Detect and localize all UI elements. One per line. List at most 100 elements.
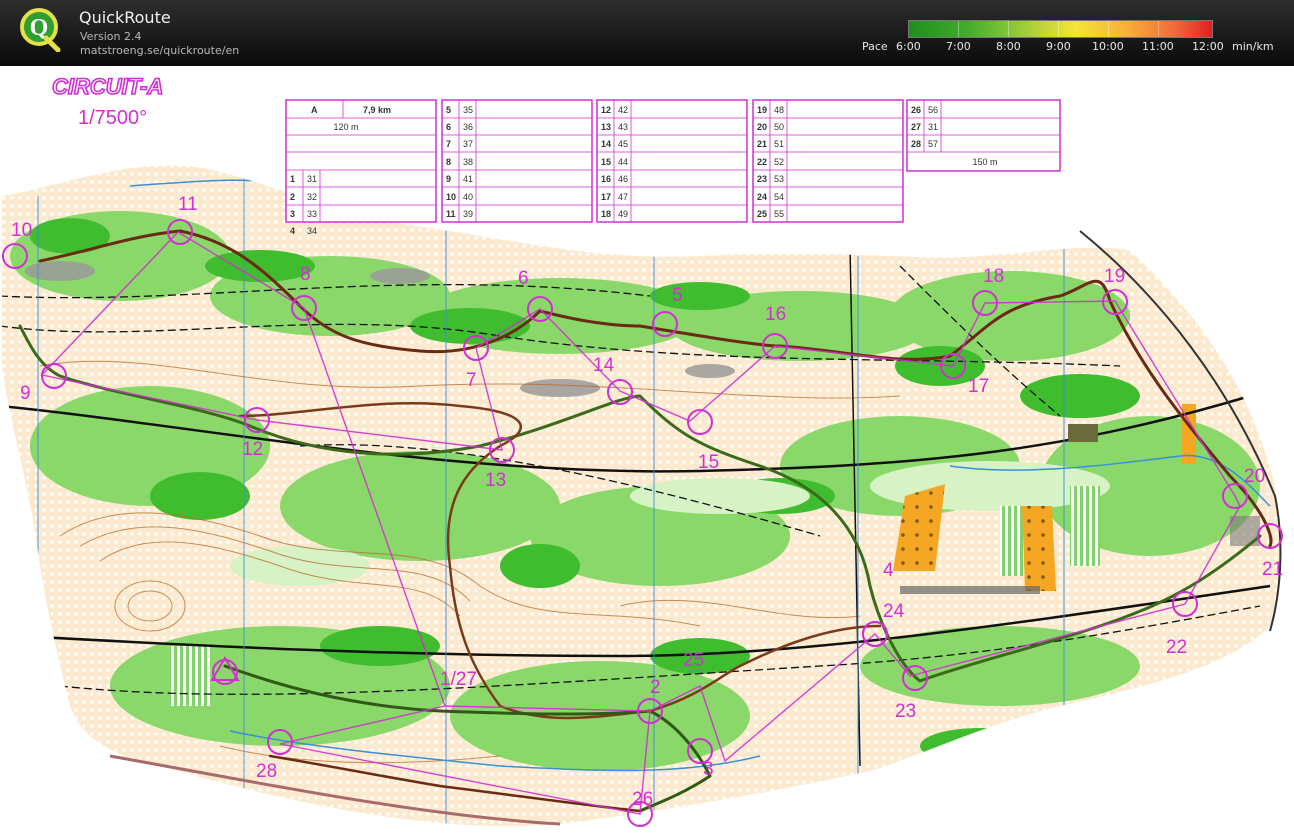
pace-tick-label: 9:00 [1046,40,1071,53]
control-label: 22 [1166,637,1187,658]
control-label: 16 [765,304,786,325]
control-label: 2 [650,677,661,698]
svg-text:27: 27 [911,122,921,132]
svg-text:9: 9 [446,174,451,184]
svg-text:38: 38 [463,157,473,167]
svg-text:53: 53 [774,174,784,184]
svg-text:56: 56 [928,105,938,115]
svg-text:31: 31 [928,122,938,132]
svg-text:22: 22 [757,157,767,167]
control-label: 1/27 [440,669,477,690]
svg-text:A: A [311,105,318,115]
control-description-sheet: A 7,9 km 120 m 150 m 1 31 2 32 3 33 4 34 5 35… [285,99,1061,236]
app-title: QuickRoute [79,8,171,27]
svg-text:39: 39 [463,209,473,219]
svg-text:44: 44 [618,157,628,167]
control-label: 23 [895,701,916,722]
svg-text:36: 36 [463,122,473,132]
svg-text:18: 18 [601,209,611,219]
control-label: 19 [1104,266,1125,287]
pace-tick-label: 12:00 [1192,40,1224,53]
svg-text:11: 11 [446,209,456,219]
control-label: 14 [593,355,615,376]
svg-text:40: 40 [463,192,473,202]
svg-text:6: 6 [446,122,451,132]
control-label: 24 [883,601,905,622]
pace-tick-label: 11:00 [1142,40,1174,53]
svg-text:7: 7 [446,139,451,149]
svg-text:28: 28 [911,139,921,149]
svg-text:120 m: 120 m [333,122,358,132]
svg-text:14: 14 [601,139,611,149]
control-label: 11 [178,194,198,215]
svg-text:33: 33 [307,209,317,219]
pace-color-scale [908,20,1213,38]
pace-tick-label: 8:00 [996,40,1021,53]
svg-text:47: 47 [618,192,628,202]
app-url[interactable]: matstroeng.se/quickroute/en [80,44,239,57]
svg-text:42: 42 [618,105,628,115]
svg-text:23: 23 [757,174,767,184]
control-label: 13 [485,470,506,491]
control-label: 3 [703,759,714,780]
control-label: 20 [1244,466,1265,487]
control-label: 21 [1262,559,1283,580]
svg-text:54: 54 [774,192,784,202]
map-title: CIRCUIT-A [52,74,163,99]
svg-text:19: 19 [757,105,767,115]
svg-text:10: 10 [446,192,456,202]
svg-text:2: 2 [290,192,295,202]
svg-text:57: 57 [928,139,938,149]
quickroute-logo-icon: Q [20,8,61,52]
svg-text:43: 43 [618,122,628,132]
svg-text:49: 49 [618,209,628,219]
svg-text:150 m: 150 m [972,157,997,167]
svg-text:41: 41 [463,174,473,184]
pace-label: Pace [862,40,888,53]
svg-text:13: 13 [601,122,611,132]
svg-text:32: 32 [307,192,317,202]
app-version: Version 2.4 [80,30,142,43]
pace-tick-label: 6:00 [896,40,921,53]
svg-text:45: 45 [618,139,628,149]
svg-text:37: 37 [463,139,473,149]
map-scale: 1/7500° [78,107,147,129]
map-canvas[interactable]: 1/27 2 3 4 5 6 7 8 9 10 11 12 13 14 15 1… [0,66,1294,835]
control-label: 12 [242,439,263,460]
control-label: 28 [256,761,277,782]
svg-text:26: 26 [911,105,921,115]
svg-text:12: 12 [601,105,611,115]
svg-text:25: 25 [757,209,767,219]
control-label: 4 [883,560,894,581]
svg-text:35: 35 [463,105,473,115]
control-label: 8 [300,264,311,285]
svg-text:46: 46 [618,174,628,184]
control-label: 9 [20,383,31,404]
svg-text:20: 20 [757,122,767,132]
control-label: 10 [11,220,32,241]
svg-text:16: 16 [601,174,611,184]
pace-tick-label: 10:00 [1092,40,1124,53]
app-header: Q QuickRoute Version 2.4 matstroeng.se/q… [0,0,1294,66]
svg-text:15: 15 [601,157,611,167]
svg-text:24: 24 [757,192,767,202]
control-label: 6 [518,268,529,289]
svg-text:7,9 km: 7,9 km [363,105,391,115]
terrain-layer [2,165,1281,827]
svg-text:55: 55 [774,209,784,219]
svg-text:3: 3 [290,209,295,219]
control-label: 26 [632,789,653,810]
control-label: 17 [968,376,989,397]
svg-text:31: 31 [307,174,317,184]
pace-unit: min/km [1232,40,1274,53]
svg-text:50: 50 [774,122,784,132]
pace-tick-label: 7:00 [946,40,971,53]
control-label: 7 [466,370,477,391]
svg-text:52: 52 [774,157,784,167]
svg-text:5: 5 [446,105,451,115]
svg-text:51: 51 [774,139,784,149]
control-label: 25 [683,650,704,671]
orienteering-map[interactable]: 1/27 2 3 4 5 6 7 8 9 10 11 12 13 14 15 1… [0,66,1294,835]
svg-text:8: 8 [446,157,451,167]
svg-text:21: 21 [757,139,767,149]
